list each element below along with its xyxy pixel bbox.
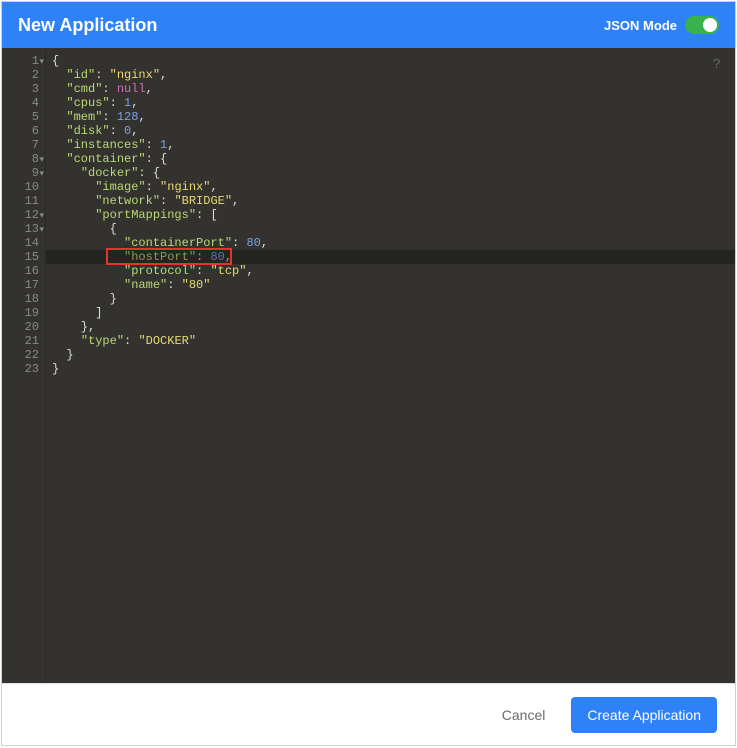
cancel-button[interactable]: Cancel bbox=[486, 697, 562, 733]
code-line: } bbox=[52, 292, 735, 306]
code-line: "portMappings": [ bbox=[52, 208, 735, 222]
code-line: } bbox=[52, 348, 735, 362]
fold-marker-icon[interactable]: ▾ bbox=[39, 55, 44, 69]
line-number: 21 bbox=[2, 334, 39, 348]
line-number: 19 bbox=[2, 306, 39, 320]
line-number: 12▾ bbox=[2, 208, 39, 222]
line-number: 10 bbox=[2, 180, 39, 194]
line-number: 11 bbox=[2, 194, 39, 208]
code-line: "image": "nginx", bbox=[52, 180, 735, 194]
json-mode-label: JSON Mode bbox=[604, 18, 677, 33]
line-number: 22 bbox=[2, 348, 39, 362]
code-line: "mem": 128, bbox=[52, 110, 735, 124]
line-number: 7 bbox=[2, 138, 39, 152]
code-line: "cmd": null, bbox=[52, 82, 735, 96]
code-line: ] bbox=[52, 306, 735, 320]
line-number: 9▾ bbox=[2, 166, 39, 180]
line-number: 5 bbox=[2, 110, 39, 124]
line-number: 1▾ bbox=[2, 54, 39, 68]
line-number: 4 bbox=[2, 96, 39, 110]
line-number: 17 bbox=[2, 278, 39, 292]
json-mode-toggle[interactable] bbox=[685, 16, 719, 34]
code-line: } bbox=[52, 362, 735, 376]
new-application-dialog: New Application JSON Mode ? 1▾2345678▾9▾… bbox=[1, 1, 736, 746]
editor-code-area[interactable]: { "id": "nginx", "cmd": null, "cpus": 1,… bbox=[46, 48, 735, 683]
dialog-header: New Application JSON Mode bbox=[2, 2, 735, 48]
code-line: "containerPort": 80, bbox=[52, 236, 735, 250]
line-number: 18 bbox=[2, 292, 39, 306]
line-number: 14 bbox=[2, 236, 39, 250]
editor-gutter: 1▾2345678▾9▾101112▾13▾141516171819202122… bbox=[2, 48, 46, 683]
json-editor[interactable]: ? 1▾2345678▾9▾101112▾13▾1415161718192021… bbox=[2, 48, 735, 683]
fold-marker-icon[interactable]: ▾ bbox=[39, 223, 44, 237]
line-number: 2 bbox=[2, 68, 39, 82]
line-number: 6 bbox=[2, 124, 39, 138]
code-line: "type": "DOCKER" bbox=[52, 334, 735, 348]
create-application-button[interactable]: Create Application bbox=[571, 697, 717, 733]
line-number: 15 bbox=[2, 250, 39, 264]
dialog-footer: Cancel Create Application bbox=[2, 683, 735, 745]
line-number: 8▾ bbox=[2, 152, 39, 166]
line-number: 3 bbox=[2, 82, 39, 96]
editor-line-highlight bbox=[46, 250, 735, 264]
code-line: "disk": 0, bbox=[52, 124, 735, 138]
code-line: { bbox=[52, 222, 735, 236]
code-line: "instances": 1, bbox=[52, 138, 735, 152]
fold-marker-icon[interactable]: ▾ bbox=[39, 153, 44, 167]
code-line: "container": { bbox=[52, 152, 735, 166]
code-line: "protocol": "tcp", bbox=[52, 264, 735, 278]
code-line: "docker": { bbox=[52, 166, 735, 180]
code-line: "id": "nginx", bbox=[52, 68, 735, 82]
code-line: { bbox=[52, 54, 735, 68]
line-number: 16 bbox=[2, 264, 39, 278]
code-line: }, bbox=[52, 320, 735, 334]
json-mode-toggle-group: JSON Mode bbox=[604, 16, 719, 34]
code-line: "cpus": 1, bbox=[52, 96, 735, 110]
line-number: 13▾ bbox=[2, 222, 39, 236]
fold-marker-icon[interactable]: ▾ bbox=[39, 209, 44, 223]
line-number: 20 bbox=[2, 320, 39, 334]
dialog-title: New Application bbox=[18, 15, 157, 36]
toggle-knob bbox=[703, 18, 717, 32]
code-line: "name": "80" bbox=[52, 278, 735, 292]
line-number: 23 bbox=[2, 362, 39, 376]
fold-marker-icon[interactable]: ▾ bbox=[39, 167, 44, 181]
code-line: "network": "BRIDGE", bbox=[52, 194, 735, 208]
